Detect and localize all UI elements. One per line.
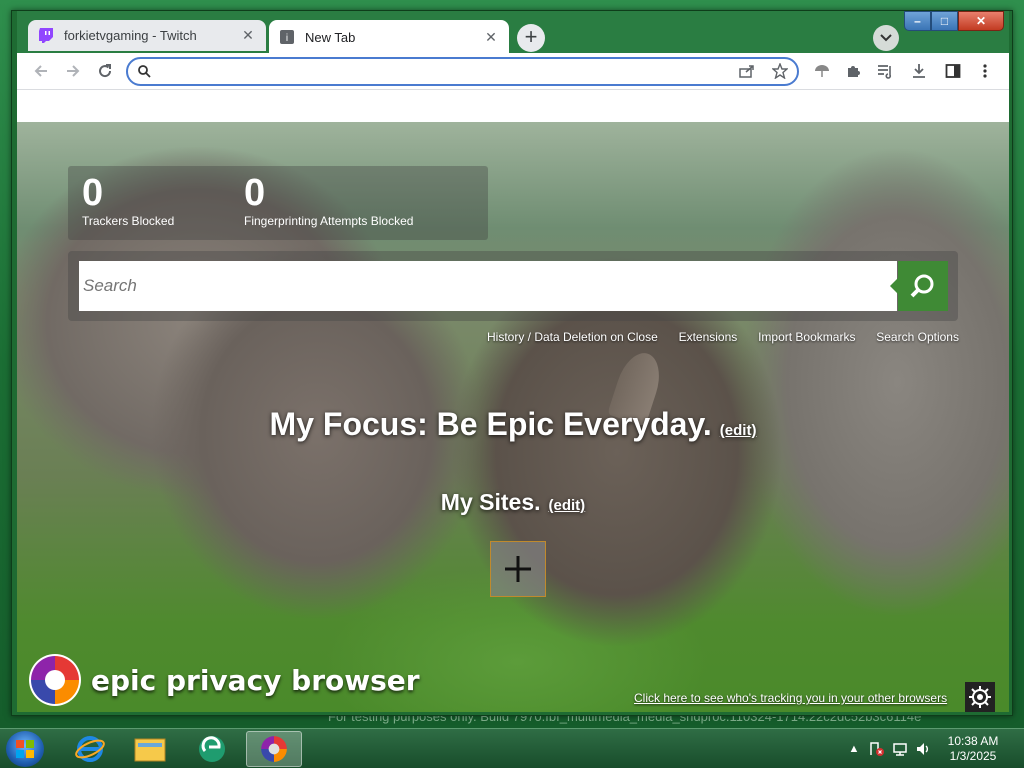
epic-logo: epic privacy browser	[27, 650, 420, 710]
trackers-stat: 0 Trackers Blocked	[82, 172, 174, 228]
minimize-button[interactable]: –	[904, 11, 931, 31]
share-icon[interactable]	[739, 64, 755, 83]
search-icon	[910, 274, 934, 298]
tab-title: New Tab	[305, 29, 356, 45]
epic-browser-taskbar-icon[interactable]	[246, 731, 302, 767]
windows-logo-icon	[16, 740, 34, 758]
close-tab-icon[interactable]: ✕	[240, 27, 256, 44]
internet-explorer-icon[interactable]	[62, 731, 118, 767]
download-icon[interactable]	[909, 61, 929, 81]
sites-edit-link[interactable]: (edit)	[549, 497, 586, 514]
settings-gear-icon[interactable]	[965, 682, 995, 712]
epic-logo-icon	[29, 654, 81, 706]
sites-title: My Sites.	[440, 489, 541, 515]
tab-search-button[interactable]	[873, 25, 899, 51]
privacy-stats: 0 Trackers Blocked 0 Fingerprinting Atte…	[68, 166, 488, 240]
file-explorer-icon[interactable]	[122, 731, 178, 767]
side-panel-icon[interactable]	[943, 61, 963, 81]
search-icon	[137, 64, 151, 83]
address-bar[interactable]	[126, 57, 799, 86]
tab-title: forkietvgaming - Twitch	[64, 28, 197, 43]
forward-icon[interactable]	[63, 61, 83, 81]
bookmark-star-icon[interactable]	[771, 62, 789, 84]
tab-new-tab[interactable]: i New Tab ✕	[269, 20, 509, 54]
maximize-button[interactable]: □	[931, 11, 958, 31]
focus-text: My Focus: Be Epic Everyday.	[269, 406, 712, 442]
search-button[interactable]	[890, 261, 948, 311]
media-icon[interactable]	[875, 61, 895, 81]
back-icon[interactable]	[31, 61, 51, 81]
trackers-label: Trackers Blocked	[82, 214, 175, 228]
tab-twitch[interactable]: forkietvgaming - Twitch ✕	[28, 20, 266, 51]
focus-edit-link[interactable]: (edit)	[720, 422, 757, 439]
menu-icon[interactable]	[975, 61, 995, 81]
taskbar: ▲ 10:38 AM 1/3/2025	[0, 728, 1024, 768]
bookmarks-bar	[17, 90, 1009, 122]
link-import-bookmarks[interactable]: Import Bookmarks	[758, 330, 855, 348]
trackers-count: 0	[82, 172, 104, 214]
close-tab-icon[interactable]: ✕	[483, 29, 499, 46]
search-input[interactable]	[79, 261, 897, 311]
window-controls: – □ ✕	[904, 11, 1004, 31]
search-box	[68, 251, 958, 321]
twitch-icon	[38, 28, 54, 44]
fingerprinting-label: Fingerprinting Attempts Blocked	[244, 214, 414, 228]
system-tray: ▲	[844, 733, 936, 765]
close-window-button[interactable]: ✕	[958, 11, 1004, 31]
toolbar	[17, 53, 1009, 90]
umbrella-icon[interactable]	[812, 61, 832, 81]
browser-window: forkietvgaming - Twitch ✕ i New Tab ✕ + …	[11, 10, 1013, 716]
reload-icon[interactable]	[95, 61, 115, 81]
my-focus: My Focus: Be Epic Everyday. (edit)	[17, 406, 1009, 443]
action-center-icon[interactable]	[867, 739, 887, 759]
start-button[interactable]	[6, 731, 44, 767]
add-site-button[interactable]	[490, 541, 546, 597]
new-tab-button[interactable]: +	[517, 24, 545, 52]
tab-strip: forkietvgaming - Twitch ✕ i New Tab ✕ + …	[17, 11, 1009, 54]
clock[interactable]: 10:38 AM 1/3/2025	[930, 734, 1016, 764]
network-icon[interactable]	[890, 739, 910, 759]
my-sites: My Sites. (edit)	[17, 489, 1009, 516]
clock-date: 1/3/2025	[949, 749, 997, 763]
address-input[interactable]	[158, 62, 718, 82]
svg-text:i: i	[286, 33, 288, 44]
edge-icon[interactable]	[184, 731, 240, 767]
epic-icon: i	[279, 29, 295, 45]
extensions-icon[interactable]	[843, 61, 863, 81]
link-search-options[interactable]: Search Options	[876, 330, 959, 348]
fingerprinting-stat: 0 Fingerprinting Attempts Blocked	[244, 172, 413, 228]
show-hidden-icons-icon[interactable]: ▲	[844, 739, 864, 759]
page-links: History / Data Deletion on Close Extensi…	[487, 330, 959, 348]
clock-time: 10:38 AM	[947, 734, 999, 748]
chevron-down-icon	[880, 34, 892, 42]
brand-name: epic privacy browser	[91, 663, 420, 697]
link-extensions[interactable]: Extensions	[679, 330, 738, 348]
link-history-deletion[interactable]: History / Data Deletion on Close	[487, 330, 658, 348]
new-tab-page: 0 Trackers Blocked 0 Fingerprinting Atte…	[17, 122, 1009, 712]
tracking-link[interactable]: Click here to see who's tracking you in …	[634, 691, 947, 705]
plus-icon	[505, 556, 531, 582]
fingerprinting-count: 0	[244, 172, 266, 214]
